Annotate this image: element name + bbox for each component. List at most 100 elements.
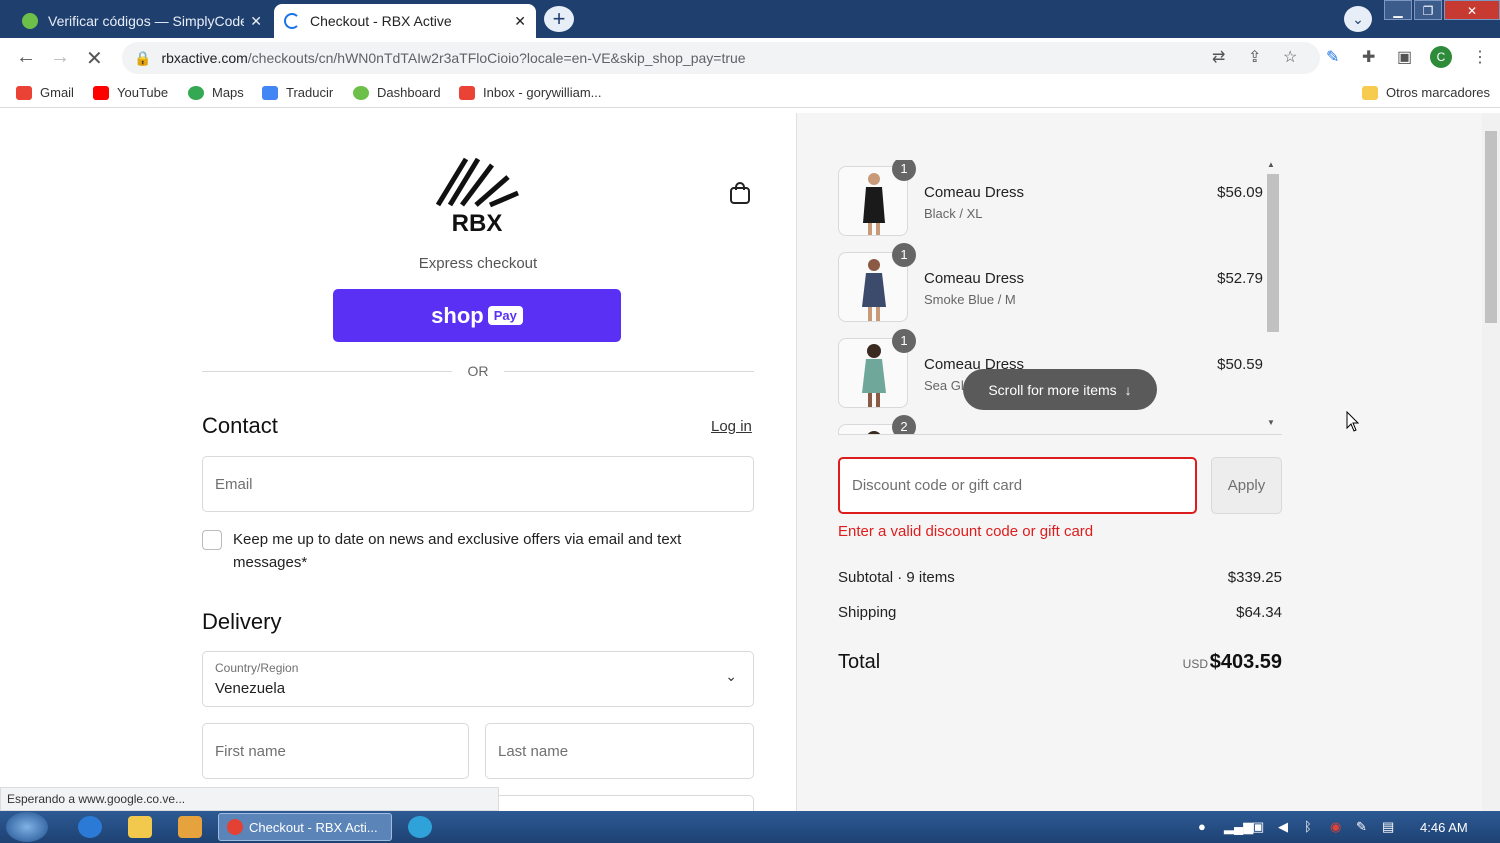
country-label: Country/Region bbox=[215, 661, 299, 675]
simplycodes-favicon-icon bbox=[22, 13, 38, 29]
restore-button[interactable]: ❐ bbox=[1414, 0, 1442, 20]
action-center-icon[interactable]: ▤ bbox=[1382, 819, 1394, 835]
shoppay-pay-badge: Pay bbox=[487, 306, 523, 325]
shop-pay-button[interactable]: shop Pay bbox=[333, 289, 621, 342]
forward-button[interactable]: → bbox=[50, 46, 70, 69]
shoppay-wordmark: shop bbox=[431, 302, 484, 328]
edge-icon[interactable] bbox=[408, 816, 432, 838]
tray-monitor-icon[interactable]: ▣ bbox=[1252, 819, 1264, 835]
item-price: $50.59 bbox=[1217, 356, 1263, 373]
tab-title: Checkout - RBX Active bbox=[310, 13, 452, 29]
bookmark-inbox[interactable]: Inbox - gorywilliam... bbox=[459, 85, 601, 100]
close-tab-icon[interactable]: ✕ bbox=[514, 13, 526, 30]
menu-kebab-icon[interactable]: ⋮ bbox=[1472, 47, 1488, 67]
bookmark-label: Dashboard bbox=[377, 85, 441, 100]
brand-wordmark: RBX bbox=[452, 210, 503, 233]
email-field[interactable]: Email bbox=[202, 456, 754, 512]
address-bar[interactable]: 🔒 rbxactive.com/checkouts/cn/hWN0nTdTAIw… bbox=[122, 42, 1320, 74]
minimize-button[interactable]: ▁ bbox=[1384, 0, 1412, 20]
internet-explorer-icon[interactable] bbox=[78, 816, 102, 838]
country-select[interactable]: Country/Region Venezuela ⌄ bbox=[202, 651, 754, 707]
first-name-placeholder: First name bbox=[215, 742, 286, 760]
mouse-cursor-icon bbox=[1346, 411, 1360, 432]
scrollbar-thumb[interactable] bbox=[1485, 131, 1497, 323]
total-label: Total bbox=[838, 651, 881, 673]
tab-simplycodes[interactable]: Verificar códigos — SimplyCodes ✕ bbox=[12, 4, 272, 38]
scrollbar-thumb[interactable] bbox=[1267, 174, 1279, 332]
tab-checkout[interactable]: Checkout - RBX Active ✕ bbox=[274, 4, 536, 38]
total-value: $403.59 bbox=[1209, 651, 1282, 673]
bookmark-label: Otros marcadores bbox=[1386, 85, 1491, 100]
extension-icon[interactable]: ✎ bbox=[1326, 47, 1339, 67]
scroll-up-icon[interactable]: ▲ bbox=[1267, 160, 1275, 169]
translate-icon[interactable]: ⇄ bbox=[1212, 47, 1225, 67]
tab-title: Verificar códigos — SimplyCodes bbox=[48, 13, 245, 29]
taskbar-chrome-window[interactable]: Checkout - RBX Acti... bbox=[218, 813, 392, 841]
youtube-icon bbox=[93, 85, 109, 100]
extensions-puzzle-icon[interactable]: ✚ bbox=[1362, 47, 1375, 67]
bookmark-youtube[interactable]: YouTube bbox=[93, 85, 168, 100]
close-window-button[interactable]: ✕ bbox=[1444, 0, 1500, 20]
newsletter-label: Keep me up to date on news and exclusive… bbox=[233, 531, 682, 571]
chrome-icon bbox=[227, 819, 243, 835]
new-tab-button[interactable]: + bbox=[544, 6, 574, 32]
shopping-bag-icon[interactable] bbox=[729, 181, 751, 205]
bookmark-other-folder[interactable]: Otros marcadores bbox=[1362, 85, 1490, 100]
scroll-down-icon[interactable]: ▼ bbox=[1267, 418, 1275, 427]
list-item: 1 Comeau Dress Black / XL $56.09 bbox=[838, 160, 1263, 236]
media-player-icon[interactable] bbox=[178, 816, 202, 838]
network-signal-icon[interactable]: ▂▄▆ bbox=[1224, 819, 1253, 835]
close-tab-icon[interactable]: ✕ bbox=[250, 13, 262, 30]
bluetooth-icon[interactable]: ᛒ bbox=[1304, 819, 1312, 834]
subtotal-row: Subtotal · 9 items $339.25 bbox=[838, 569, 1282, 586]
side-panel-icon[interactable]: ▣ bbox=[1397, 47, 1412, 67]
translate-icon bbox=[262, 85, 278, 100]
bookmark-dashboard[interactable]: Dashboard bbox=[353, 85, 441, 100]
email-placeholder: Email bbox=[215, 475, 253, 493]
page-scrollbar[interactable] bbox=[1482, 113, 1500, 811]
back-button[interactable]: ← bbox=[16, 46, 36, 69]
last-name-placeholder: Last name bbox=[498, 742, 569, 760]
gmail-icon bbox=[459, 85, 475, 100]
item-name: Comeau Dress bbox=[924, 270, 1025, 287]
share-icon[interactable]: ⇪ bbox=[1248, 47, 1261, 67]
tray-app-icon[interactable]: ● bbox=[1198, 819, 1206, 834]
bookmark-gmail[interactable]: Gmail bbox=[16, 85, 74, 100]
newsletter-checkbox[interactable] bbox=[202, 530, 222, 550]
item-variant: Smoke Blue / M bbox=[924, 292, 1016, 307]
start-button[interactable] bbox=[6, 812, 48, 842]
gmail-icon bbox=[16, 85, 32, 100]
bookmark-label: Gmail bbox=[40, 85, 74, 100]
volume-icon[interactable]: ◀ bbox=[1278, 819, 1288, 835]
next-field[interactable] bbox=[485, 795, 754, 811]
item-price: $56.09 bbox=[1217, 184, 1263, 201]
quantity-badge: 1 bbox=[892, 160, 916, 181]
cart-items-scrollbar[interactable]: ▲ ▼ bbox=[1265, 160, 1281, 432]
bookmark-maps[interactable]: Maps bbox=[188, 85, 244, 100]
discount-code-input[interactable]: Discount code or gift card bbox=[838, 457, 1197, 514]
simplycodes-icon bbox=[353, 85, 369, 100]
pen-icon[interactable]: ✎ bbox=[1356, 819, 1367, 835]
login-link[interactable]: Log in bbox=[711, 418, 752, 435]
subtotal-value: $339.25 bbox=[1227, 569, 1282, 586]
file-explorer-icon[interactable] bbox=[128, 816, 152, 838]
shipping-value: $64.34 bbox=[1236, 604, 1282, 621]
lock-icon: 🔒 bbox=[134, 49, 152, 66]
shipping-row: Shipping $64.34 bbox=[838, 604, 1282, 621]
apply-button[interactable]: Apply bbox=[1211, 457, 1282, 514]
last-name-field[interactable]: Last name bbox=[485, 723, 754, 779]
bookmark-traducir[interactable]: Traducir bbox=[262, 85, 333, 100]
item-name: Comeau Dress bbox=[924, 184, 1025, 201]
first-name-field[interactable]: First name bbox=[202, 723, 469, 779]
bookmark-star-icon[interactable]: ☆ bbox=[1283, 47, 1297, 67]
maps-pin-icon bbox=[188, 85, 204, 100]
os-taskbar: Checkout - RBX Acti... ● ▂▄▆ ▣ ◀ ᛒ ◉ ✎ ▤… bbox=[0, 811, 1500, 843]
scroll-for-more-button[interactable]: Scroll for more items ↓ bbox=[963, 369, 1157, 410]
bookmarks-bar: Gmail YouTube Maps Traducir Dashboard In… bbox=[0, 78, 1500, 108]
profile-avatar[interactable]: C bbox=[1430, 46, 1452, 68]
tab-search-button[interactable]: ⌄ bbox=[1344, 6, 1372, 32]
opera-icon[interactable]: ◉ bbox=[1330, 819, 1341, 835]
stop-loading-button[interactable]: ✕ bbox=[86, 46, 103, 71]
shipping-label: Shipping bbox=[838, 604, 897, 621]
browser-titlebar: Verificar códigos — SimplyCodes ✕ Checko… bbox=[0, 0, 1500, 38]
